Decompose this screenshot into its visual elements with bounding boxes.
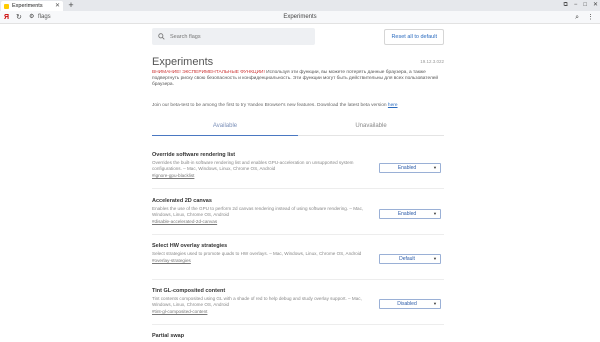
tab-experiments[interactable]: Experiments ✕ — [1, 1, 63, 11]
experiment-item: Accelerated 2D canvas Enables the use of… — [152, 198, 444, 224]
page-title: Experiments — [152, 56, 214, 68]
restore-tabs-icon[interactable]: ⧉ — [564, 0, 568, 11]
tab-title: Experiments — [12, 3, 43, 9]
experiment-select[interactable]: Enabled ▼ — [379, 209, 441, 219]
experiment-select[interactable]: Default ▼ — [379, 254, 441, 264]
experiment-select-value: Enabled — [397, 165, 417, 171]
experiment-select[interactable]: Disabled ▼ — [379, 299, 441, 309]
experiment-description: Select strategies used to promote quads … — [152, 251, 362, 256]
dropdown-arrow-icon: ▼ — [433, 211, 437, 216]
experiment-item: Override software rendering list Overrid… — [152, 152, 444, 178]
search-flags-input[interactable] — [170, 33, 310, 40]
divider — [152, 324, 444, 325]
experiment-anchor-link[interactable]: #tint-gl-composited-content — [152, 309, 444, 314]
browser-version: 19.12.3.022 — [420, 59, 444, 64]
beta-join-text: Join our beta-test to be among the first… — [152, 103, 388, 108]
beta-join-line: Join our beta-test to be among the first… — [152, 103, 444, 108]
new-tab-button[interactable]: + — [66, 0, 76, 11]
close-window-button[interactable]: ✕ — [593, 0, 598, 11]
experiment-name: Select HW overlay strategies — [152, 243, 228, 249]
browser-toolbar: Я ↻ ⚙ flags Experiments ⌕ ⋮ — [0, 11, 600, 24]
experiment-name: Partial swap — [152, 333, 185, 339]
tab-strip: Experiments ✕ + ⧉ − □ ✕ — [0, 0, 600, 11]
warning-heading: ВНИМАНИЕ! ЭКСПЕРИМЕНТАЛЬНЫЕ ФУНКЦИИ! — [152, 70, 265, 75]
maximize-button[interactable]: □ — [583, 0, 587, 11]
page-search-icon[interactable]: ⌕ — [575, 13, 579, 22]
address-bar-crumb[interactable]: flags — [38, 13, 51, 22]
experiment-anchor-link[interactable]: #disable-accelerated-2d-canvas — [152, 219, 444, 224]
divider — [152, 188, 444, 189]
experiment-description: Tint contents composited using GL with a… — [152, 296, 362, 307]
experiment-select-value: Enabled — [397, 211, 417, 217]
dropdown-arrow-icon: ▼ — [433, 165, 437, 170]
yandex-favicon-icon — [4, 3, 9, 9]
menu-icon[interactable]: ⋮ — [587, 13, 594, 22]
experiment-item: Tint GL-composited content Tint contents… — [152, 288, 444, 314]
experiment-select[interactable]: Enabled ▼ — [379, 163, 441, 173]
minimize-button[interactable]: − — [574, 0, 578, 11]
experiment-select-value: Default — [399, 256, 415, 262]
experiment-description: Enables the use of the GPU to perform 2d… — [152, 206, 364, 217]
yandex-logo-icon[interactable]: Я — [4, 13, 9, 22]
address-bar-title: Experiments — [283, 14, 317, 20]
experiment-description: Overrides the built-in software renderin… — [152, 160, 354, 171]
experiment-select-value: Disabled — [397, 301, 417, 307]
tab-available[interactable]: Available — [152, 123, 298, 129]
dropdown-arrow-icon: ▼ — [433, 301, 437, 306]
warning-text: ВНИМАНИЕ! ЭКСПЕРИМЕНТАЛЬНЫЕ ФУНКЦИИ! Исп… — [152, 70, 444, 89]
dropdown-arrow-icon: ▼ — [433, 256, 437, 261]
divider — [152, 234, 444, 235]
reset-all-button[interactable]: Reset all to default — [384, 29, 444, 45]
beta-download-link[interactable]: here — [388, 103, 398, 108]
divider — [152, 279, 444, 280]
active-tab-indicator — [152, 135, 298, 136]
experiment-name: Tint GL-composited content — [152, 288, 226, 294]
experiment-item: Select HW overlay strategies Select stra… — [152, 243, 444, 264]
site-settings-icon[interactable]: ⚙ — [29, 13, 34, 22]
tab-close-icon[interactable]: ✕ — [55, 2, 60, 9]
experiment-name: Accelerated 2D canvas — [152, 198, 212, 204]
experiment-name: Override software rendering list — [152, 152, 236, 158]
reload-icon[interactable]: ↻ — [16, 13, 22, 22]
tab-unavailable[interactable]: Unavailable — [298, 123, 444, 129]
search-flags-box[interactable] — [152, 28, 315, 45]
availability-tabs: Available Unavailable — [152, 120, 444, 136]
window-controls: ⧉ − □ ✕ — [564, 0, 598, 11]
search-icon — [158, 33, 165, 40]
experiment-anchor-link[interactable]: #ignore-gpu-blacklist — [152, 173, 444, 178]
experiment-item: Partial swap — [152, 333, 444, 339]
